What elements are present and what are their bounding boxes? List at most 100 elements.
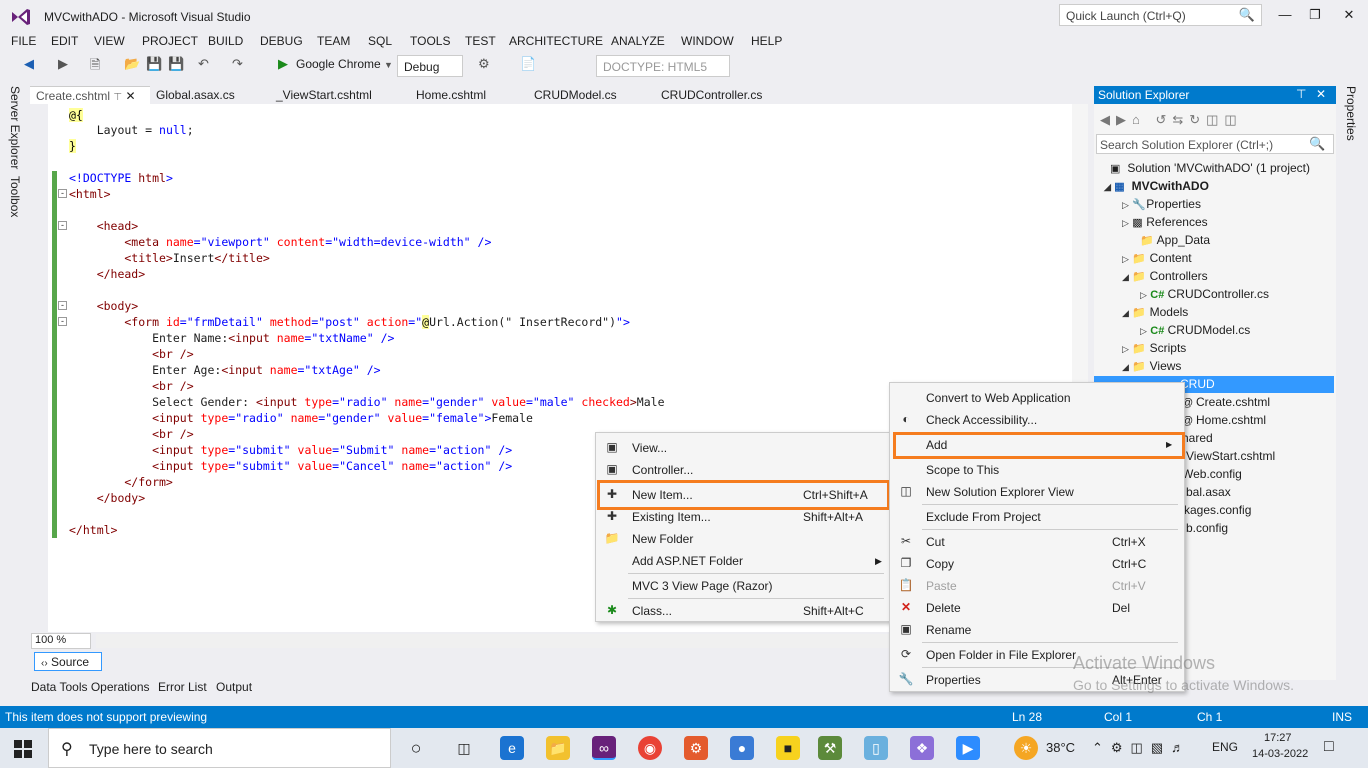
tree-create-cshtml[interactable]: @ Create.cshtml (1182, 393, 1270, 411)
start-debug-icon[interactable]: ▶ (278, 56, 288, 72)
windows-start-icon[interactable] (14, 740, 32, 758)
menu-window[interactable]: WINDOW (681, 34, 734, 48)
undo-icon[interactable]: ↶ (198, 56, 209, 72)
tree-references[interactable]: ▷ ▩ References (1122, 213, 1208, 231)
bookmark-icon[interactable]: 📄 (520, 56, 536, 72)
tree-crud[interactable]: CRUD (1180, 375, 1215, 393)
quick-launch-input[interactable]: Quick Launch (Ctrl+Q) 🔍 (1059, 4, 1262, 26)
attach-icon[interactable]: ⚙ (478, 56, 490, 72)
chrome-icon[interactable]: ◉ (638, 736, 662, 760)
tree-config[interactable]: b.config (1186, 519, 1228, 537)
doctype-select[interactable]: DOCTYPE: HTML5 (596, 55, 730, 77)
browser-selector[interactable]: Google Chrome (296, 57, 381, 71)
collapse-toggle[interactable]: - (58, 221, 67, 230)
menu-view-item[interactable]: ▣ View... (596, 437, 890, 459)
notification-icon[interactable]: □ (1324, 738, 1334, 756)
menu-rename[interactable]: ▣ Rename (890, 619, 1184, 641)
menu-class[interactable]: ✱ Class... Shift+Alt+C (596, 600, 890, 622)
restore-button[interactable]: ❐ (1300, 4, 1330, 26)
collapse-toggle[interactable]: - (58, 317, 67, 326)
toolbox-tab[interactable]: Toolbox (8, 176, 22, 217)
tree-scripts[interactable]: ▷ 📁 Scripts (1122, 339, 1186, 357)
tree-shared[interactable]: hared (1182, 429, 1213, 447)
task-view-icon[interactable]: ◫ (452, 736, 476, 760)
menu-delete[interactable]: ✕ Delete Del (890, 597, 1184, 619)
tab-crudmodel[interactable]: CRUDModel.cs (528, 86, 623, 104)
tab-output[interactable]: Output (216, 680, 252, 694)
menu-new-folder[interactable]: 📁 New Folder (596, 528, 890, 550)
tree-views[interactable]: ◢ 📁 Views (1122, 357, 1181, 375)
tree-app-data[interactable]: 📁 App_Data (1140, 231, 1210, 249)
menu-tools[interactable]: TOOLS (410, 34, 450, 48)
cortana-icon[interactable]: ○ (404, 736, 428, 760)
tree-web-config[interactable]: Web.config (1182, 465, 1242, 483)
forward-icon[interactable]: ▶ (58, 56, 68, 72)
menu-architecture[interactable]: ARCHITECTURE (509, 34, 603, 48)
menu-add-aspnet-folder[interactable]: Add ASP.NET Folder ▶ (596, 550, 890, 572)
menu-help[interactable]: HELP (751, 34, 782, 48)
tab-crudcontroller[interactable]: CRUDController.cs (655, 86, 768, 104)
tab-home-cshtml[interactable]: Home.cshtml (410, 86, 492, 104)
weather-icon[interactable]: ☀ (1014, 736, 1038, 760)
menu-new-solution-view[interactable]: ◫ New Solution Explorer View (890, 481, 1184, 503)
sticky-notes-icon[interactable]: ■ (776, 736, 800, 760)
menu-sql[interactable]: SQL (368, 34, 392, 48)
tree-controllers[interactable]: ◢ 📁 Controllers (1122, 267, 1208, 285)
edge-icon[interactable]: e (500, 736, 524, 760)
save-icon[interactable]: 💾 (146, 56, 162, 72)
tree-solution[interactable]: ▣ Solution 'MVCwithADO' (1 project) (1110, 159, 1310, 177)
tools-icon[interactable]: ⚒ (818, 736, 842, 760)
collapse-toggle[interactable]: - (58, 301, 67, 310)
menu-edit[interactable]: EDIT (51, 34, 78, 48)
back-icon[interactable]: ◀ (24, 56, 34, 72)
app-icon[interactable]: ⚙ (684, 736, 708, 760)
save-all-icon[interactable]: 💾 (168, 56, 184, 72)
menu-file[interactable]: FILE (11, 34, 36, 48)
tree-project[interactable]: ◢ ▦ MVCwithADO (1104, 177, 1209, 195)
menu-view[interactable]: VIEW (94, 34, 125, 48)
minimize-button[interactable]: — (1270, 4, 1300, 26)
zoom-icon[interactable]: ▶ (956, 736, 980, 760)
tree-crudcontroller[interactable]: ▷ C# CRUDController.cs (1140, 285, 1269, 303)
tab-global-asax[interactable]: Global.asax.cs (150, 86, 241, 104)
close-window-button[interactable]: ✕ (1334, 4, 1364, 26)
tab-data-tools[interactable]: Data Tools Operations (31, 680, 150, 694)
redo-icon[interactable]: ↷ (232, 56, 243, 72)
open-file-icon[interactable]: 📂 (124, 56, 140, 72)
visual-studio-icon[interactable]: ∞ (592, 736, 616, 760)
menu-analyze[interactable]: ANALYZE (611, 34, 665, 48)
solution-toolbar[interactable]: ◀▶⌂ ↺⇆↻◫◫ (1100, 112, 1243, 128)
tree-packages-config[interactable]: kages.config (1184, 501, 1251, 519)
tree-crudmodel[interactable]: ▷ C# CRUDModel.cs (1140, 321, 1250, 339)
tab-viewstart[interactable]: _ViewStart.cshtml (270, 86, 378, 104)
menu-project[interactable]: PROJECT (142, 34, 198, 48)
menu-team[interactable]: TEAM (317, 34, 350, 48)
menu-exclude[interactable]: Exclude From Project (890, 506, 1184, 528)
menu-convert-web-app[interactable]: Convert to Web Application (890, 387, 1184, 409)
menu-debug[interactable]: DEBUG (260, 34, 303, 48)
notes-icon[interactable]: ▯ (864, 736, 888, 760)
menu-cut[interactable]: ✂ Cut Ctrl+X (890, 531, 1184, 553)
collapse-toggle[interactable]: - (58, 189, 67, 198)
language-indicator[interactable]: ENG (1212, 740, 1238, 754)
new-project-icon[interactable]: 🗎 (90, 56, 100, 78)
menu-copy[interactable]: ❐ Copy Ctrl+C (890, 553, 1184, 575)
zoom-select[interactable]: 100 % (31, 633, 91, 649)
taskbar-search-input[interactable]: ⚲ Type here to search (48, 728, 391, 768)
python-icon[interactable]: ● (730, 736, 754, 760)
properties-tab[interactable]: Properties (1344, 86, 1358, 141)
source-view-tab[interactable]: ‹› Source (34, 652, 102, 671)
tab-error-list[interactable]: Error List (158, 680, 207, 694)
clock-date[interactable]: 14-03-2022 (1252, 748, 1308, 760)
server-explorer-tab[interactable]: Server Explorer (8, 86, 22, 169)
paint-icon[interactable]: ❖ (910, 736, 934, 760)
config-select[interactable]: Debug (397, 55, 463, 77)
tree-global-asax[interactable]: bal.asax (1186, 483, 1231, 501)
tree-properties[interactable]: ▷ 🔧Properties (1122, 195, 1201, 213)
tree-home-cshtml[interactable]: @ Home.cshtml (1182, 411, 1266, 429)
menu-test[interactable]: TEST (465, 34, 496, 48)
menu-controller-item[interactable]: ▣ Controller... (596, 459, 890, 481)
system-tray-icons[interactable]: ⌃⚙◫▧♬ (1092, 740, 1192, 756)
file-explorer-icon[interactable]: 📁 (546, 736, 570, 760)
clock-time[interactable]: 17:27 (1264, 732, 1292, 744)
